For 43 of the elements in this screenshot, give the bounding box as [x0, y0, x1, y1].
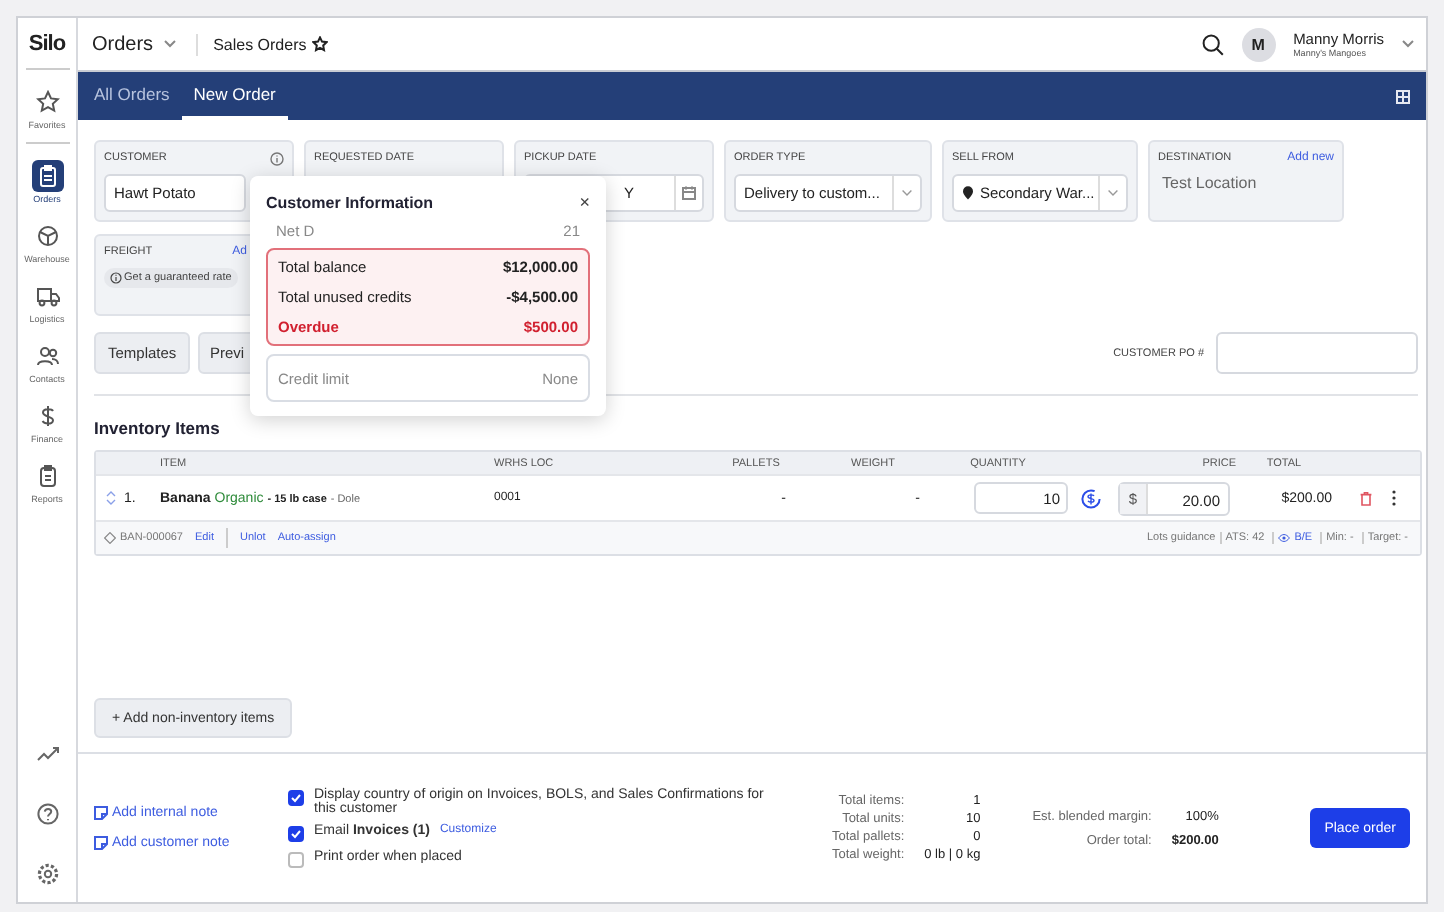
eye-icon [1278, 534, 1291, 542]
help-icon [35, 802, 59, 826]
note-icon [94, 806, 108, 820]
star-icon [35, 90, 59, 114]
calendar-icon [682, 186, 696, 200]
truck-icon [35, 284, 59, 308]
note-icon [94, 836, 108, 850]
cube-icon [35, 224, 59, 248]
caret-icon [1402, 40, 1414, 48]
checkbox[interactable] [288, 852, 304, 868]
settings-icon [35, 862, 59, 886]
caret-icon [1108, 190, 1118, 196]
star-icon [312, 36, 329, 52]
grid-icon [1396, 89, 1410, 103]
module-title[interactable]: Orders [92, 33, 154, 55]
caret-icon [902, 190, 912, 196]
info-icon [270, 151, 284, 165]
check-icon [290, 828, 302, 840]
report-icon [35, 464, 59, 488]
destination-value: Test Location [1160, 174, 1259, 192]
checkbox[interactable] [288, 826, 304, 842]
caret-icon [163, 40, 176, 48]
avatar[interactable]: M [1241, 27, 1276, 61]
sku-icon [104, 532, 116, 544]
app-logo[interactable]: Silo [25, 18, 69, 70]
pin-icon [962, 186, 974, 200]
delete-icon [1360, 491, 1372, 505]
search-icon [1201, 33, 1224, 55]
clipboard-icon [35, 164, 59, 188]
checkbox[interactable] [288, 790, 304, 806]
customer-po-field[interactable] [1216, 332, 1418, 374]
close-button[interactable]: × [579, 192, 590, 212]
drag-handle-icon [105, 490, 115, 506]
trend-icon [35, 742, 59, 766]
tab[interactable]: All Orders [82, 72, 182, 120]
section-title: Inventory Items [94, 418, 222, 438]
popover-title: Customer Information [266, 193, 434, 211]
info-icon [110, 272, 122, 284]
check-icon [290, 792, 302, 804]
page-title: Sales Orders [213, 35, 307, 53]
people-icon [35, 344, 59, 368]
refresh-price-icon [1079, 487, 1101, 509]
tab[interactable]: New Order [181, 72, 288, 120]
